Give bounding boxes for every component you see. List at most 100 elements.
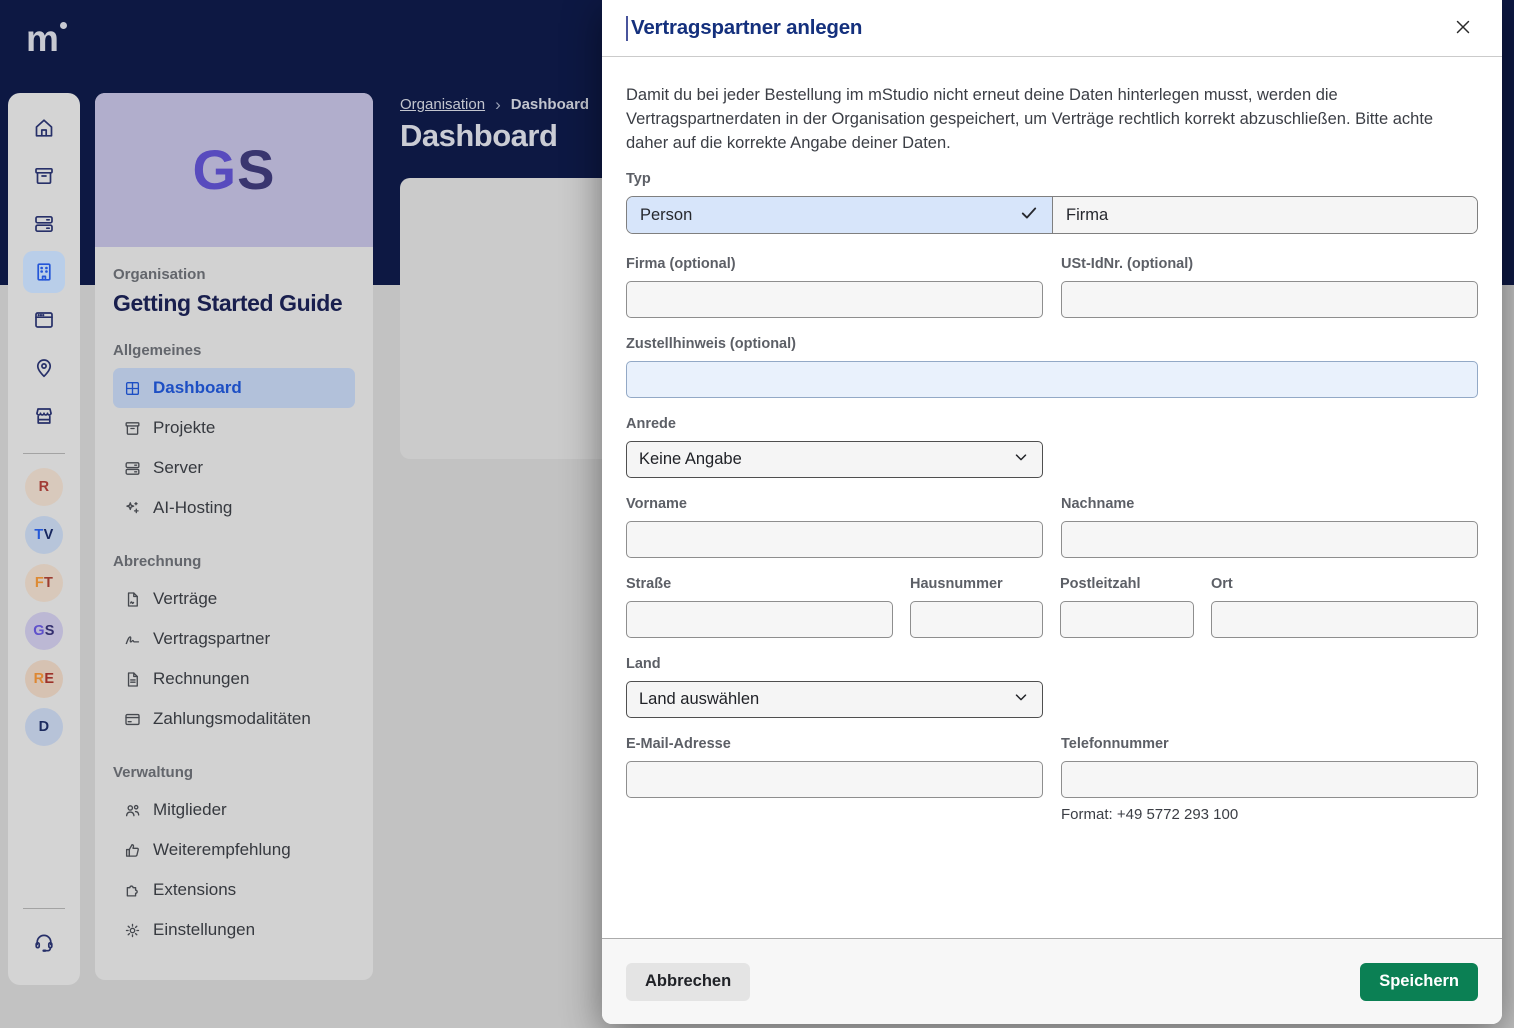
sidebar-item-projekte[interactable]: Projekte <box>113 408 355 448</box>
sidebar-item-verträge[interactable]: Verträge <box>113 579 355 619</box>
sidebar-item-label: Verträge <box>153 589 217 609</box>
ust-idnr-input[interactable] <box>1061 281 1478 318</box>
land-select[interactable]: Land auswählen <box>626 681 1043 718</box>
email-input[interactable] <box>626 761 1043 798</box>
support-button[interactable] <box>23 921 65 963</box>
sidebar-item-extensions[interactable]: Extensions <box>113 870 355 910</box>
sidebar-item-dashboard[interactable]: Dashboard <box>113 368 355 408</box>
sidebar-item-vertragspartner[interactable]: Vertragspartner <box>113 619 355 659</box>
land-selected-value: Land auswählen <box>639 690 759 709</box>
vorname-input[interactable] <box>626 521 1043 558</box>
modal-body: Damit du bei jeder Bestellung im mStudio… <box>602 57 1502 938</box>
avatar-re[interactable]: RE <box>25 660 63 698</box>
server-icon <box>123 459 142 478</box>
rail-avatar-list: R TV FT GS RE D <box>25 468 63 756</box>
chevron-down-icon <box>1012 688 1030 706</box>
breadcrumb-organisation[interactable]: Organisation <box>400 96 485 113</box>
firma-option-label: Firma <box>1066 206 1108 225</box>
telefon-format-hint: Format: +49 5772 293 100 <box>1061 806 1478 823</box>
postleitzahl-input[interactable] <box>1060 601 1194 638</box>
rail-divider <box>23 908 65 909</box>
sidebar-item-label: Vertragspartner <box>153 629 270 649</box>
breadcrumb: Organisation › Dashboard <box>400 96 589 113</box>
hausnummer-input[interactable] <box>910 601 1043 638</box>
firma-input[interactable] <box>626 281 1043 318</box>
type-option-firma[interactable]: Firma <box>1052 197 1477 233</box>
avatar-letter-g: G <box>193 142 238 198</box>
avatar-letter-s: S <box>237 142 275 198</box>
rail-icon-list <box>23 107 65 443</box>
sidebar-item-einstellungen[interactable]: Einstellungen <box>113 910 355 950</box>
logo-m: m <box>26 18 58 59</box>
section-label-allgemeines: Allgemeines <box>113 342 355 359</box>
type-segmented-control: Person Firma <box>626 196 1478 234</box>
cancel-button[interactable]: Abbrechen <box>626 963 750 1001</box>
avatar-letter: T <box>34 527 43 543</box>
sidebar-item-mitglieder[interactable]: Mitglieder <box>113 790 355 830</box>
avatar-r[interactable]: R <box>25 468 63 506</box>
section-label-abrechnung: Abrechnung <box>113 553 355 570</box>
avatar-letter: D <box>39 719 50 735</box>
firma-label: Firma (optional) <box>626 256 1043 272</box>
credit-card-icon <box>123 710 142 729</box>
logo-dot <box>60 22 67 29</box>
chevron-down-icon <box>1012 448 1030 471</box>
type-option-person[interactable]: Person <box>627 197 1052 233</box>
ort-input[interactable] <box>1211 601 1478 638</box>
rail-home-button[interactable] <box>23 107 65 149</box>
strasse-input[interactable] <box>626 601 893 638</box>
contract-file-icon <box>123 590 142 609</box>
telefon-label: Telefonnummer <box>1061 736 1478 752</box>
postleitzahl-label: Postleitzahl <box>1060 576 1194 592</box>
context-label: Organisation <box>113 266 355 283</box>
telefon-input[interactable] <box>1061 761 1478 798</box>
save-button[interactable]: Speichern <box>1360 963 1478 1001</box>
mittwald-logo[interactable]: m <box>26 20 58 57</box>
land-label: Land <box>626 656 1478 672</box>
close-x-icon <box>1452 16 1474 38</box>
strasse-label: Straße <box>626 576 893 592</box>
section-label-verwaltung: Verwaltung <box>113 764 355 781</box>
text-caret <box>626 16 628 41</box>
thumbs-up-icon <box>123 841 142 860</box>
close-icon[interactable] <box>1448 12 1478 45</box>
anrede-select[interactable]: Keine Angabe <box>626 441 1043 478</box>
anrede-selected-value: Keine Angabe <box>639 450 742 469</box>
sidebar-item-label: AI-Hosting <box>153 498 232 518</box>
organisation-title: Getting Started Guide <box>113 290 355 317</box>
sidebar-item-ai-hosting[interactable]: AI-Hosting <box>113 488 355 528</box>
rail-organisation-building-button[interactable] <box>23 251 65 293</box>
zustellhinweis-input[interactable] <box>626 361 1478 398</box>
modal-header: Vertragspartner anlegen <box>602 0 1502 57</box>
rail-marketplace-store-button[interactable] <box>23 395 65 437</box>
dashboard-card <box>400 178 612 459</box>
rail-locations-pin-button[interactable] <box>23 347 65 389</box>
sidebar-item-rechnungen[interactable]: Rechnungen <box>113 659 355 699</box>
server-icon <box>32 212 56 236</box>
nachname-input[interactable] <box>1061 521 1478 558</box>
sidebar-item-zahlungsmodalitäten[interactable]: Zahlungsmodalitäten <box>113 699 355 739</box>
organisation-menu: Organisation Getting Started Guide Allge… <box>95 247 373 950</box>
icon-rail: R TV FT GS RE D <box>8 93 80 985</box>
puzzle-icon <box>123 881 142 900</box>
avatar-ft[interactable]: FT <box>25 564 63 602</box>
rail-projects-box-button[interactable] <box>23 155 65 197</box>
home-icon <box>32 116 56 140</box>
avatar-d[interactable]: D <box>25 708 63 746</box>
sidebar-item-server[interactable]: Server <box>113 448 355 488</box>
rail-server-button[interactable] <box>23 203 65 245</box>
email-label: E-Mail-Adresse <box>626 736 1043 752</box>
avatar-gs[interactable]: GS <box>25 612 63 650</box>
sidebar-item-weiterempfehlung[interactable]: Weiterempfehlung <box>113 830 355 870</box>
sidebar-item-label: Extensions <box>153 880 236 900</box>
rail-domains-browser-button[interactable] <box>23 299 65 341</box>
person-option-label: Person <box>640 206 692 225</box>
nav-sections: Allgemeines DashboardProjekteServer AI-Hos… <box>113 342 355 950</box>
chevron-down-icon <box>1012 448 1030 466</box>
marketplace-store-icon <box>32 404 56 428</box>
organisation-avatar: GS <box>95 93 373 247</box>
avatar-tv[interactable]: TV <box>25 516 63 554</box>
vertragspartner-anlegen-modal: Vertragspartner anlegen Damit du bei jed… <box>602 0 1502 1024</box>
vorname-label: Vorname <box>626 496 1043 512</box>
anrede-label: Anrede <box>626 416 1478 432</box>
